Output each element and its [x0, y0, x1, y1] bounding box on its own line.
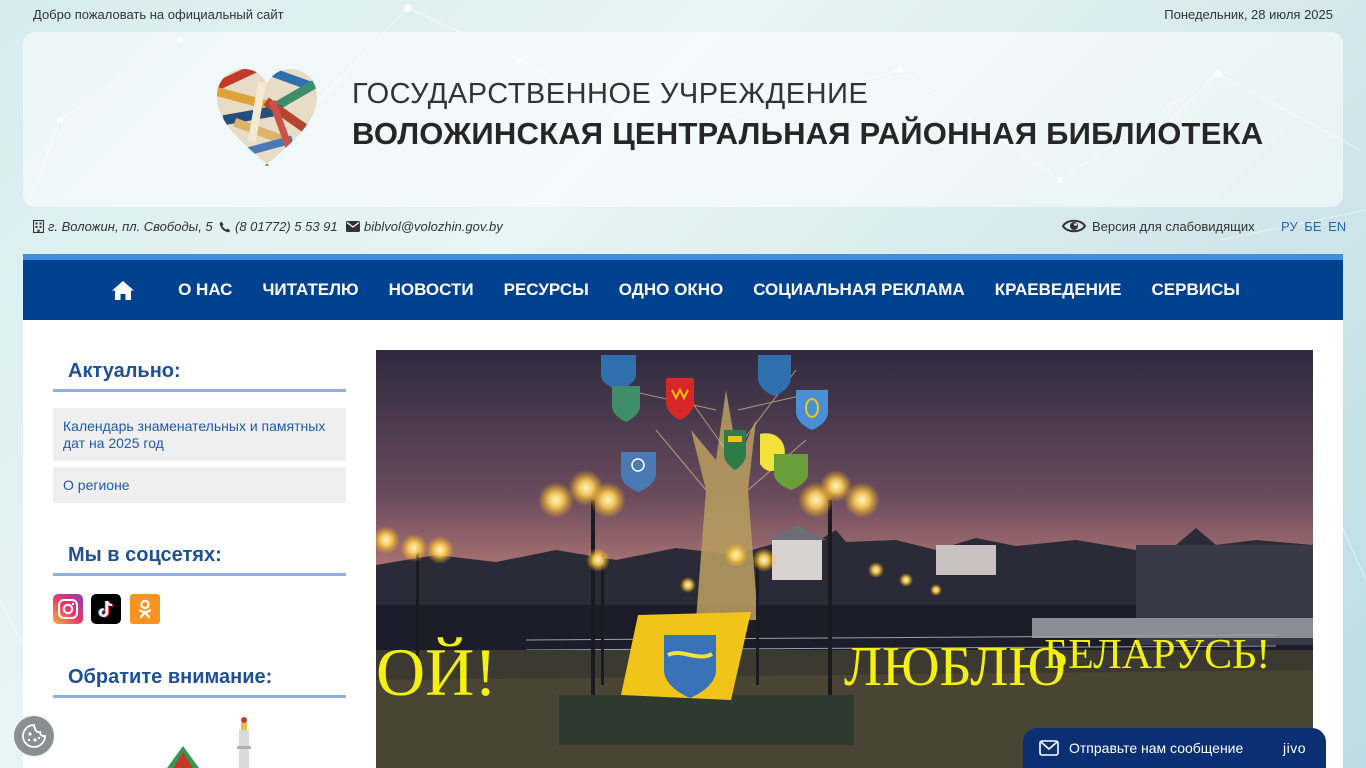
nav-local-history[interactable]: КРАЕВЕДЕНИЕ — [995, 280, 1122, 300]
phone-text: (8 01772) 5 53 91 — [235, 219, 338, 234]
slider-sign-country: БЕЛАРУСЬ! — [1044, 632, 1270, 678]
odnoklassniki-link[interactable] — [130, 594, 160, 624]
tiktok-icon — [98, 600, 114, 618]
odnoklassniki-icon — [138, 599, 152, 619]
cookie-settings-button[interactable] — [14, 716, 54, 756]
heart-books-logo[interactable] — [213, 64, 321, 166]
phone-icon — [219, 221, 231, 232]
sidebar-heading-underline — [53, 573, 346, 576]
jivo-chat-widget[interactable]: Отправьте нам сообщение jivo — [1023, 728, 1326, 768]
email-text: biblvol@volozhin.gov.by — [364, 219, 503, 234]
instagram-link[interactable] — [53, 594, 83, 624]
main-navigation: О НАС ЧИТАТЕЛЮ НОВОСТИ РЕСУРСЫ ОДНО ОКНО… — [23, 254, 1343, 320]
nav-one-window[interactable]: ОДНО ОКНО — [619, 280, 723, 300]
home-icon — [112, 280, 135, 300]
sidebar-heading-underline — [53, 389, 346, 392]
sidebar-heading-attention: Обратите внимание: — [68, 666, 273, 688]
envelope-icon — [346, 221, 360, 232]
instagram-icon — [58, 599, 78, 619]
cookie-icon — [22, 724, 46, 748]
top-bar: Добро пожаловать на официальный сайт Пон… — [0, 0, 1366, 30]
accessibility-label: Версия для слабовидящих — [1092, 218, 1255, 234]
chat-brand: jivo — [1282, 740, 1306, 756]
sidebar-heading-actual: Актуально: — [68, 360, 181, 382]
sidebar-link-calendar[interactable]: Календарь знаменательных и памятных дат … — [53, 408, 346, 461]
lang-ru[interactable]: РУ — [1281, 219, 1298, 234]
sidebar-heading-social: Мы в соцсетях: — [68, 544, 222, 566]
nav-news[interactable]: НОВОСТИ — [389, 280, 474, 300]
tiktok-link[interactable] — [91, 594, 121, 624]
hero-slider-image[interactable]: ОЙ! ЛЮБЛЮ БЕЛАРУСЬ! — [376, 350, 1313, 768]
slider-sign-left: ОЙ! — [376, 634, 497, 710]
nav-home[interactable] — [111, 279, 137, 301]
attention-banner-image[interactable] — [163, 716, 263, 768]
nav-services[interactable]: СЕРВИСЫ — [1152, 280, 1240, 300]
contact-email[interactable]: biblvol@volozhin.gov.by — [346, 219, 503, 234]
nav-social-ads[interactable]: СОЦИАЛЬНАЯ РЕКЛАМА — [753, 280, 965, 300]
welcome-text: Добро пожаловать на официальный сайт — [33, 7, 284, 22]
contact-phone[interactable]: (8 01772) 5 53 91 — [219, 219, 338, 234]
header-title-line2: ВОЛОЖИНСКАЯ ЦЕНТРАЛЬНАЯ РАЙОННАЯ БИБЛИОТ… — [352, 116, 1264, 151]
sidebar-link-region[interactable]: О регионе — [53, 467, 346, 503]
nav-about[interactable]: О НАС — [178, 280, 232, 300]
building-icon — [33, 220, 44, 233]
current-date: Понедельник, 28 июля 2025 — [1164, 7, 1333, 22]
lang-en[interactable]: EN — [1328, 219, 1346, 234]
sidebar-heading-underline — [53, 695, 346, 698]
language-switcher: РУ БЕ EN — [1281, 219, 1349, 234]
address-text: г. Воложин, пл. Свободы, 5 — [48, 219, 213, 234]
nav-readers[interactable]: ЧИТАТЕЛЮ — [262, 280, 358, 300]
accessibility-version-link[interactable]: Версия для слабовидящих — [1062, 217, 1255, 235]
nav-resources[interactable]: РЕСУРСЫ — [504, 280, 589, 300]
lang-be[interactable]: БЕ — [1304, 219, 1321, 234]
message-icon — [1039, 740, 1059, 756]
slider-sign-love: ЛЮБЛЮ — [844, 636, 1066, 698]
header-title-line1: ГОСУДАРСТВЕННОЕ УЧРЕЖДЕНИЕ — [352, 78, 869, 110]
eye-icon — [1062, 219, 1086, 233]
chat-label: Отправьте нам сообщение — [1069, 740, 1244, 756]
main-content: Актуально: Календарь знаменательных и па… — [23, 320, 1343, 768]
contact-address: г. Воложин, пл. Свободы, 5 — [33, 219, 213, 234]
